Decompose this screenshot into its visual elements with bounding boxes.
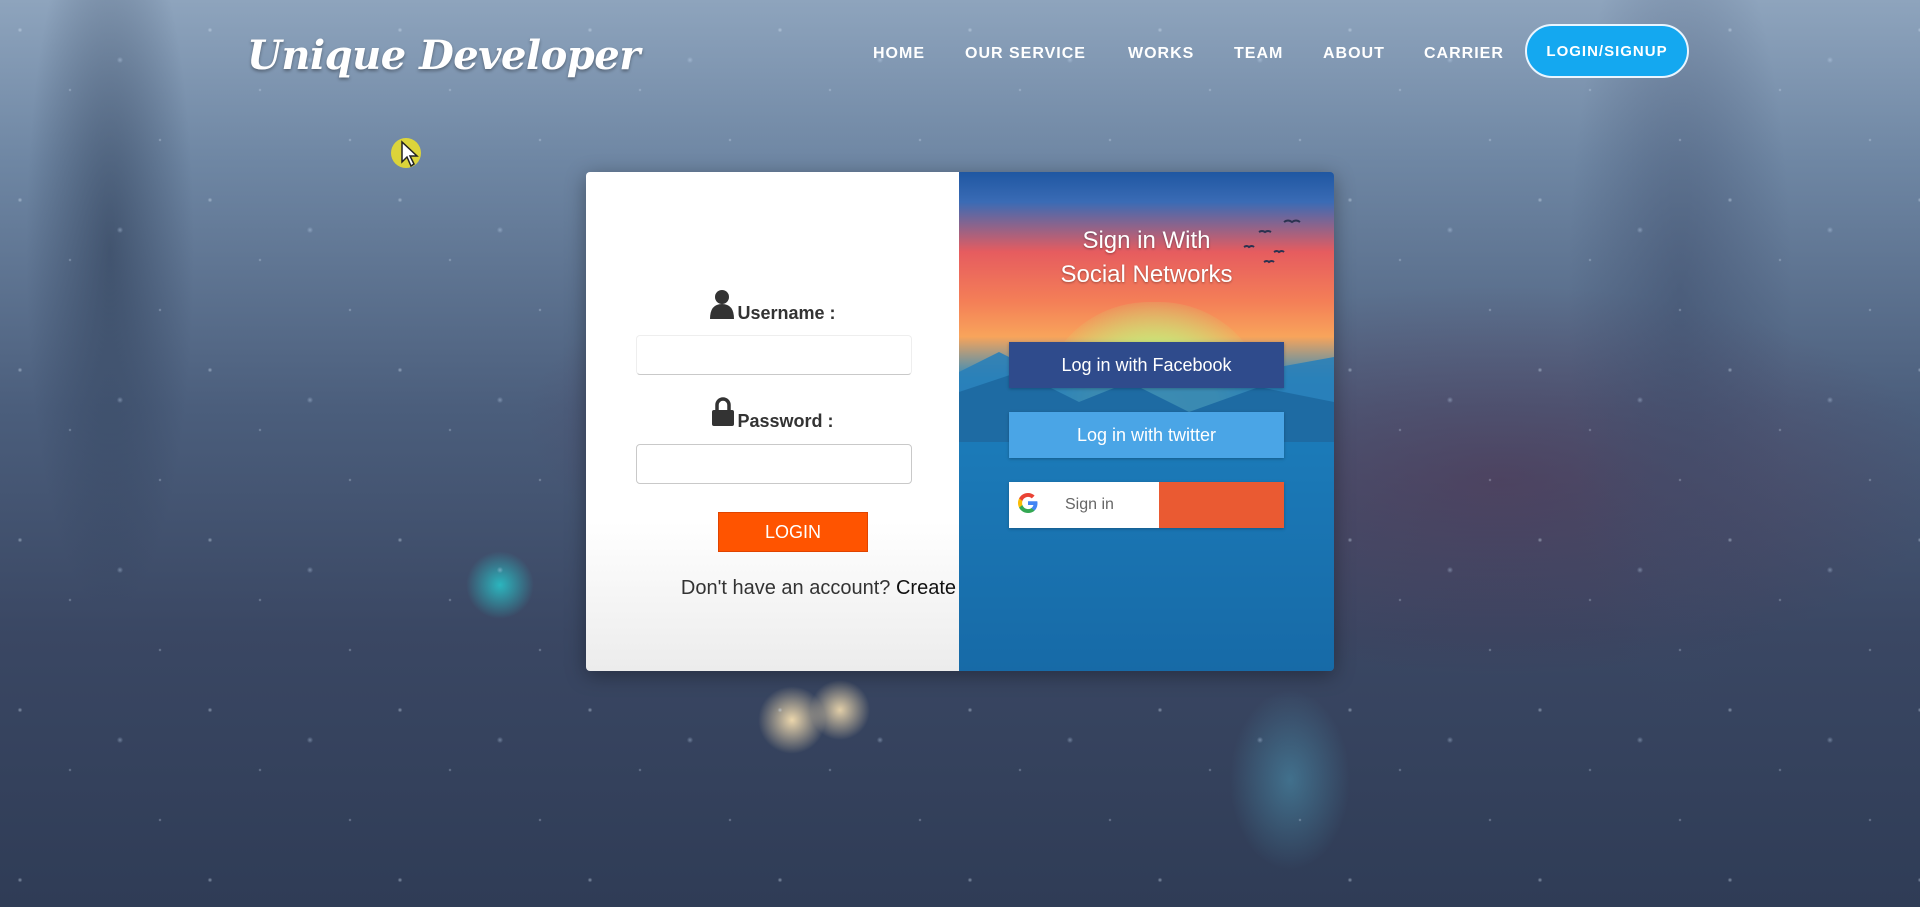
- social-title: Sign in With Social Networks: [959, 224, 1334, 292]
- nav-login-signup-button[interactable]: LOGIN/SIGNUP: [1525, 24, 1689, 78]
- facebook-login-button[interactable]: Log in with Facebook: [1009, 342, 1284, 388]
- username-label-row: Username :: [586, 290, 959, 324]
- google-icon: [1017, 492, 1039, 519]
- username-input[interactable]: [636, 335, 912, 375]
- nav-home[interactable]: HOME: [873, 45, 925, 63]
- password-label-row: Password :: [586, 397, 959, 432]
- cursor-icon: [401, 140, 419, 168]
- nav-works[interactable]: WORKS: [1128, 45, 1194, 63]
- google-signin-label: Sign in: [1065, 496, 1114, 513]
- user-icon: [709, 289, 735, 324]
- nav-carrier[interactable]: CARRIER: [1424, 45, 1504, 63]
- create-account-link[interactable]: Create: [896, 577, 956, 599]
- social-login-panel: Sign in With Social Networks Log in with…: [959, 172, 1334, 671]
- nav-team[interactable]: TEAM: [1234, 45, 1283, 63]
- lock-icon: [711, 397, 735, 432]
- nav-our-service[interactable]: OUR SERVICE: [965, 45, 1086, 63]
- password-input[interactable]: [636, 444, 912, 484]
- login-submit-button[interactable]: LOGIN: [718, 512, 868, 552]
- login-form-panel: Username : Password : LOGIN Don't have a…: [586, 172, 959, 671]
- site-logo[interactable]: Unique Developer: [247, 32, 640, 79]
- nav-about[interactable]: ABOUT: [1323, 45, 1385, 63]
- google-signin-white-section: Sign in: [1009, 482, 1159, 528]
- social-title-line-2: Social Networks: [1060, 261, 1233, 288]
- twitter-login-button[interactable]: Log in with twitter: [1009, 412, 1284, 458]
- signup-prompt-row: Don't have an account? Create: [586, 577, 956, 600]
- password-label: Password :: [737, 411, 834, 431]
- login-card: Username : Password : LOGIN Don't have a…: [586, 172, 1334, 671]
- google-signin-button[interactable]: Sign in: [1009, 482, 1284, 528]
- signup-prompt-text: Don't have an account?: [680, 577, 891, 599]
- username-label: Username :: [737, 303, 836, 323]
- social-title-line-1: Sign in With: [1082, 227, 1211, 254]
- google-signin-red-section: [1159, 482, 1284, 528]
